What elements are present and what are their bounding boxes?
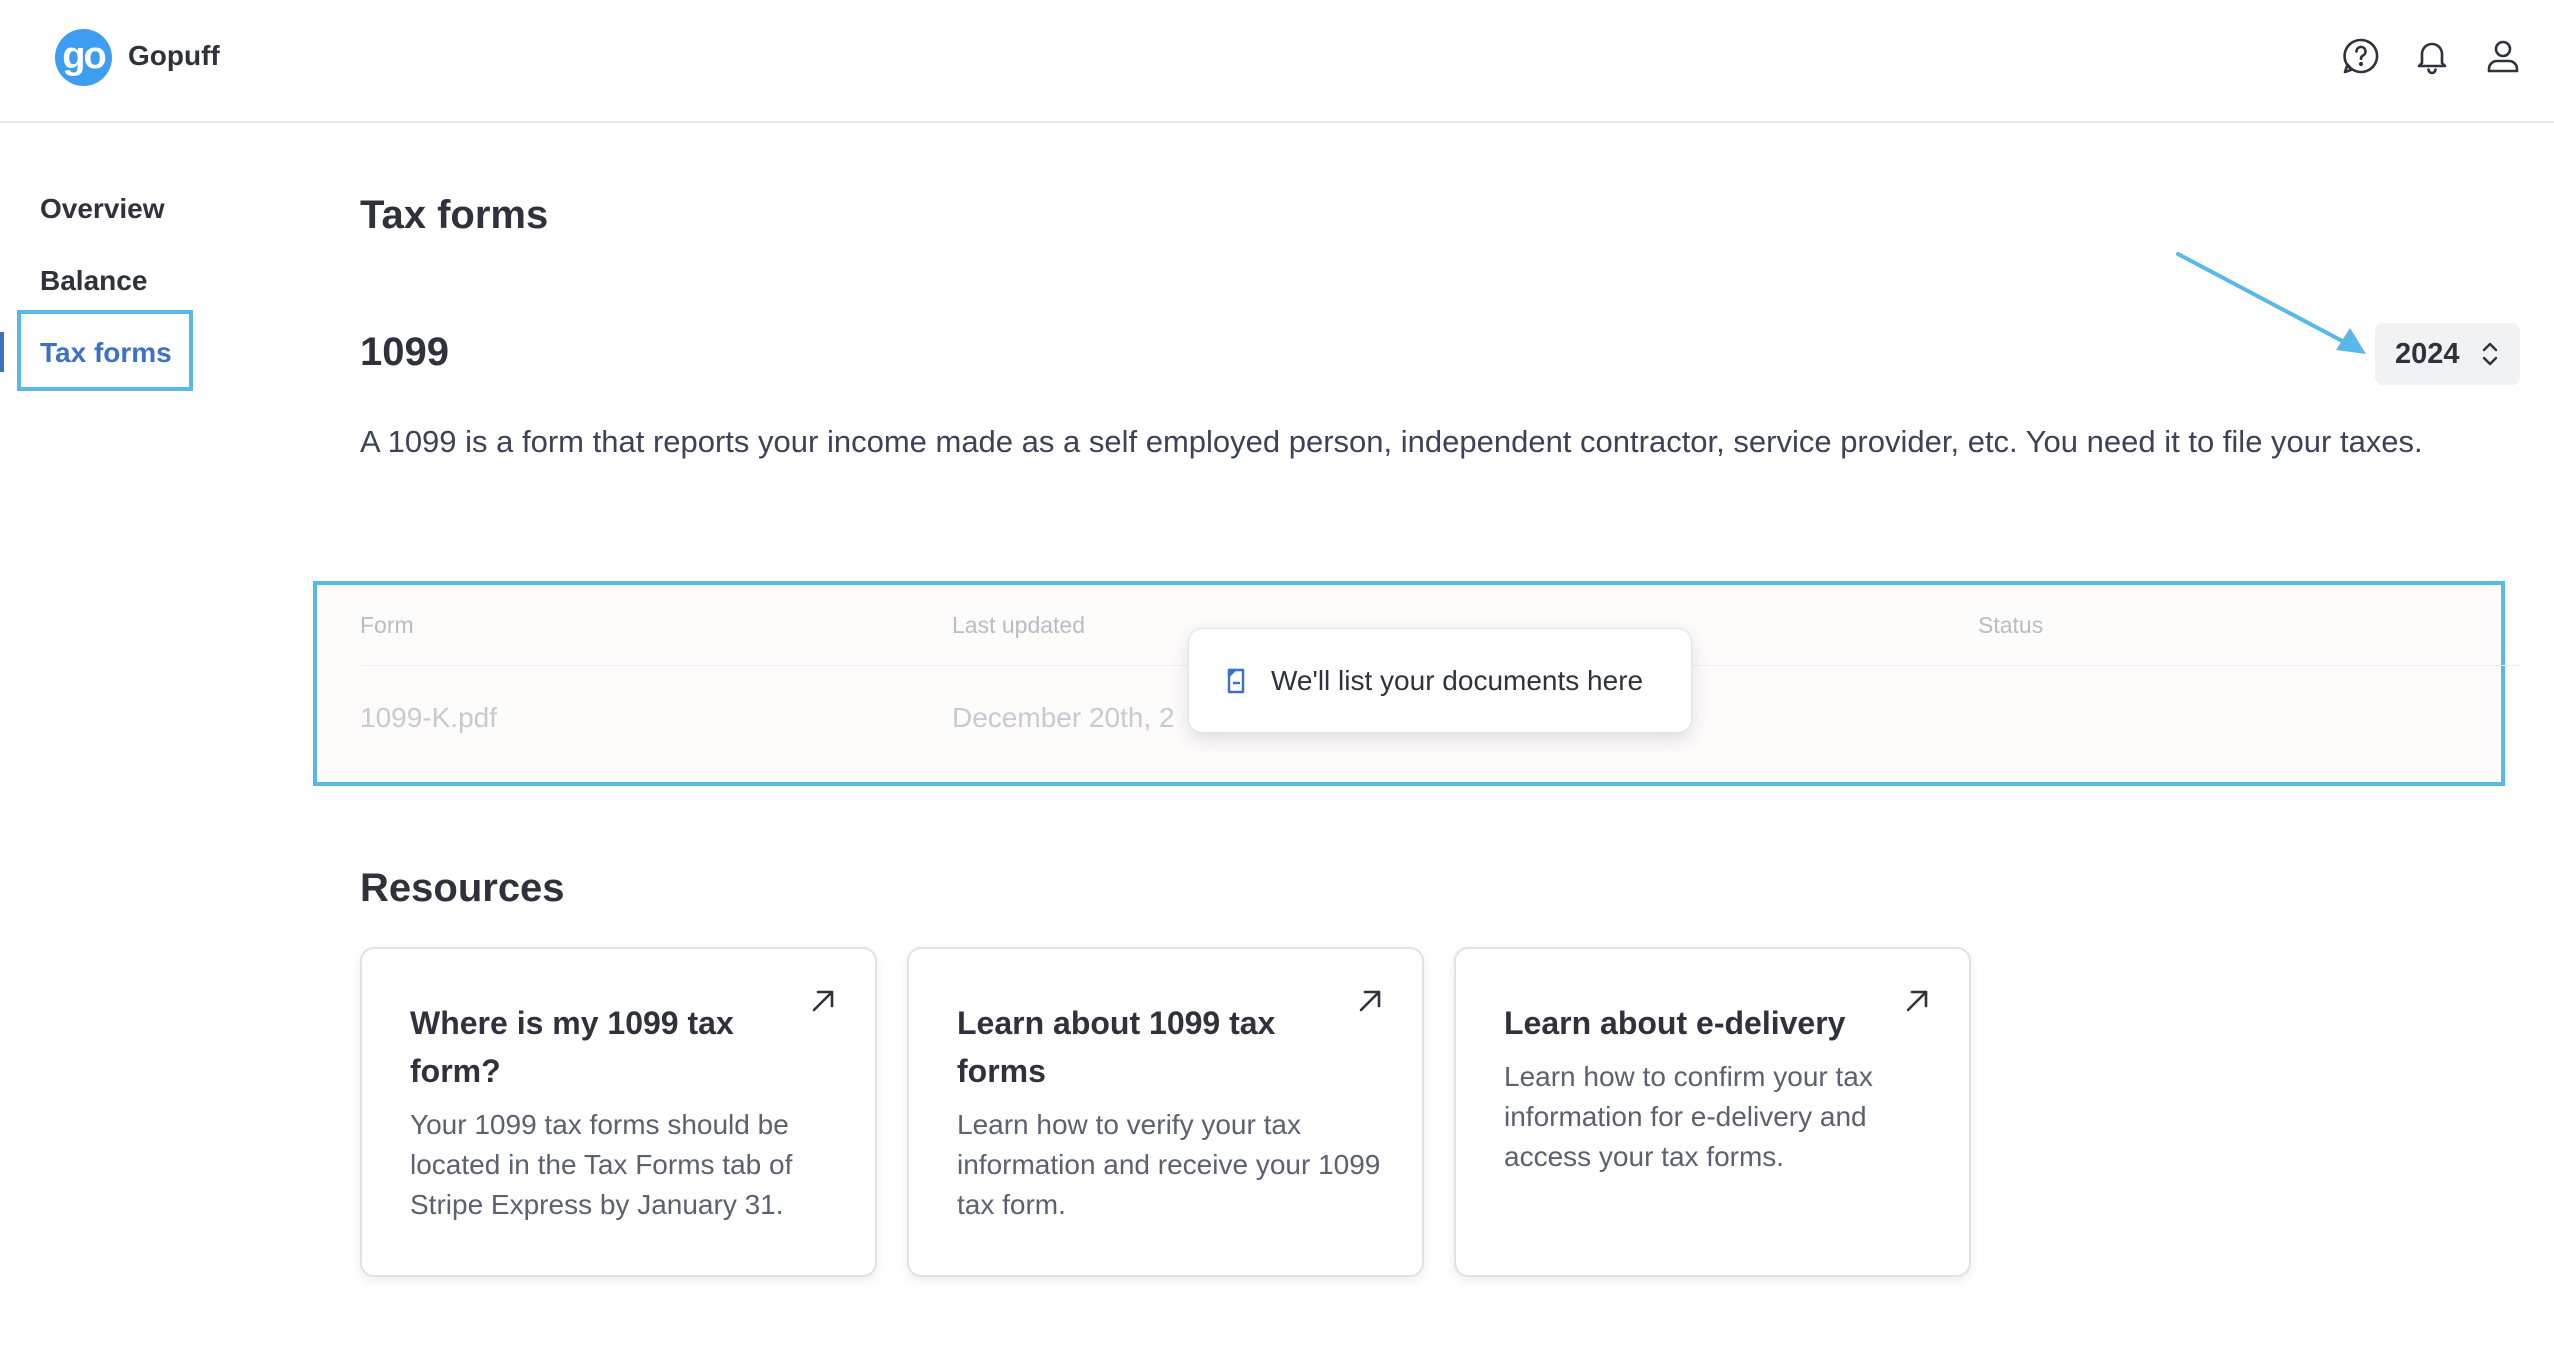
external-link-arrow-icon <box>809 987 837 1015</box>
year-select[interactable]: 2024 <box>2375 323 2520 385</box>
chevron-up-down-icon <box>2477 340 2503 368</box>
year-select-value: 2024 <box>2395 338 2460 370</box>
external-link-arrow-icon <box>1356 987 1384 1015</box>
table-cell-last-updated: December 20th, 2 <box>952 702 1175 733</box>
resource-card-title: Learn about 1099 tax forms <box>957 1005 1276 1089</box>
sidebar-item-balance[interactable]: Balance <box>40 265 147 297</box>
form-description: A 1099 is a form that reports your incom… <box>360 424 2423 459</box>
resource-card-body: Learn how to verify your tax information… <box>957 1109 1381 1220</box>
empty-documents-tooltip: We'll list your documents here <box>1188 628 1692 733</box>
resource-card-body: Your 1099 tax forms should be located in… <box>410 1109 793 1220</box>
table-cell-form[interactable]: 1099-K.pdf <box>360 702 497 734</box>
top-bar: go Gopuff <box>0 0 2554 123</box>
resource-card-e-delivery[interactable]: Learn about e-delivery Learn how to conf… <box>1454 947 1971 1277</box>
page-title: Tax forms <box>360 193 549 237</box>
tooltip-text: We'll list your documents here <box>1271 665 1644 696</box>
column-header-status: Status <box>1978 612 2044 638</box>
logo-text: go <box>62 35 106 77</box>
sidebar-item-tax-forms[interactable]: Tax forms <box>40 337 172 369</box>
resources-title: Resources <box>360 866 565 910</box>
gopuff-logo[interactable]: go <box>55 29 112 86</box>
brand-name: Gopuff <box>128 40 220 71</box>
column-header-last-updated: Last updated <box>952 612 1086 638</box>
resource-card-title: Learn about e-delivery <box>1504 1005 1846 1041</box>
resource-card-learn-1099[interactable]: Learn about 1099 tax forms Learn how to … <box>907 947 1424 1277</box>
sidebar-active-indicator <box>0 332 4 372</box>
resource-card-title: Where is my 1099 tax form? <box>410 1005 734 1089</box>
resource-card-where-is-1099[interactable]: Where is my 1099 tax form? Your 1099 tax… <box>360 947 877 1277</box>
callout-arrow <box>2170 248 2370 358</box>
help-icon[interactable] <box>2341 36 2381 76</box>
user-icon[interactable] <box>2483 36 2523 76</box>
document-icon <box>1224 667 1248 695</box>
sidebar-item-overview[interactable]: Overview <box>40 193 165 225</box>
bell-icon[interactable] <box>2412 36 2452 76</box>
column-header-form: Form <box>360 612 414 638</box>
section-title-1099: 1099 <box>360 330 449 374</box>
resource-card-body: Learn how to confirm your tax informatio… <box>1504 1061 1873 1172</box>
